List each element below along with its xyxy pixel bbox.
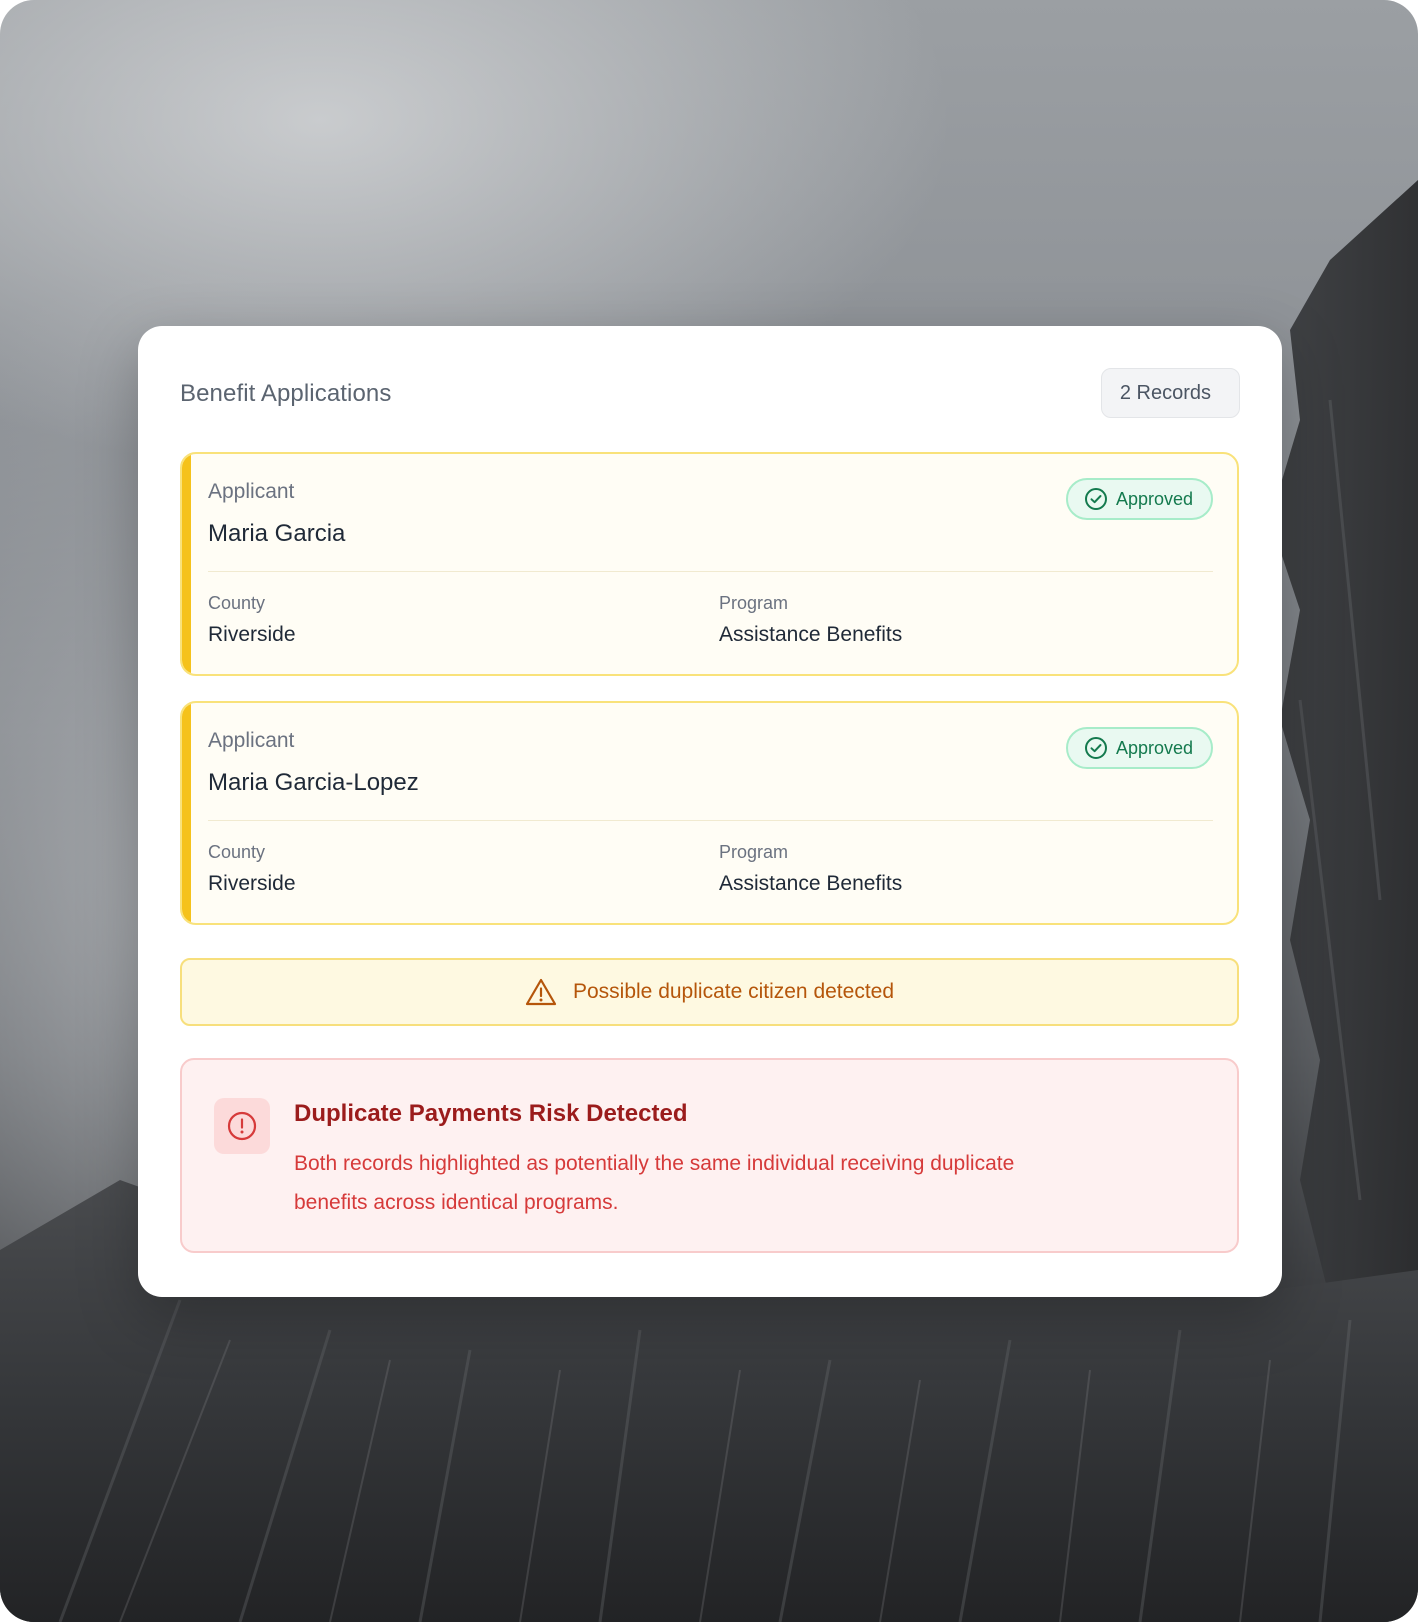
duplicate-payment-alert: Duplicate Payments Risk Detected Both re…	[180, 1058, 1239, 1253]
county-value: Riverside	[208, 623, 296, 646]
status-badge: Approved	[1065, 727, 1213, 769]
panel-header: Benefit Applications 2 Records	[180, 368, 1240, 420]
program-label: Program	[719, 842, 789, 862]
status-label: Approved	[1115, 488, 1193, 509]
page-title: Benefit Applications	[180, 380, 392, 407]
status-badge: Approved	[1065, 478, 1213, 520]
applicant-name: Maria Garcia-Lopez	[208, 769, 419, 796]
application-record[interactable]: Applicant Maria Garcia Approved County R…	[180, 452, 1239, 676]
records-count-badge: 2 Records	[1100, 368, 1240, 418]
program-value: Assistance Benefits	[719, 623, 903, 646]
program-value: Assistance Benefits	[719, 872, 903, 895]
duplicate-warning-banner: Possible duplicate citizen detected	[180, 958, 1239, 1026]
alert-title: Duplicate Payments Risk Detected	[294, 1100, 688, 1127]
warning-text: Possible duplicate citizen detected	[572, 980, 895, 1003]
county-value: Riverside	[208, 872, 296, 895]
alert-icon-container	[214, 1098, 270, 1154]
alert-message: Both records highlighted as potentially …	[294, 1152, 1015, 1214]
applicant-label: Applicant	[208, 729, 295, 752]
divider	[208, 571, 1213, 572]
county-label: County	[208, 842, 266, 862]
app-window: Benefit Applications 2 Records Applicant…	[0, 0, 1418, 1622]
status-label: Approved	[1115, 737, 1193, 758]
application-record[interactable]: Applicant Maria Garcia-Lopez Approved Co…	[180, 701, 1239, 925]
applicant-label: Applicant	[208, 480, 295, 503]
county-label: County	[208, 593, 266, 613]
benefit-applications-panel: Benefit Applications 2 Records Applicant…	[138, 326, 1282, 1297]
check-circle-icon	[1084, 488, 1107, 510]
alert-circle-icon	[227, 1111, 257, 1141]
applicant-name: Maria Garcia	[208, 520, 346, 547]
program-label: Program	[719, 593, 789, 613]
warning-triangle-icon	[525, 978, 557, 1006]
divider	[208, 820, 1213, 821]
check-circle-icon	[1084, 737, 1107, 759]
